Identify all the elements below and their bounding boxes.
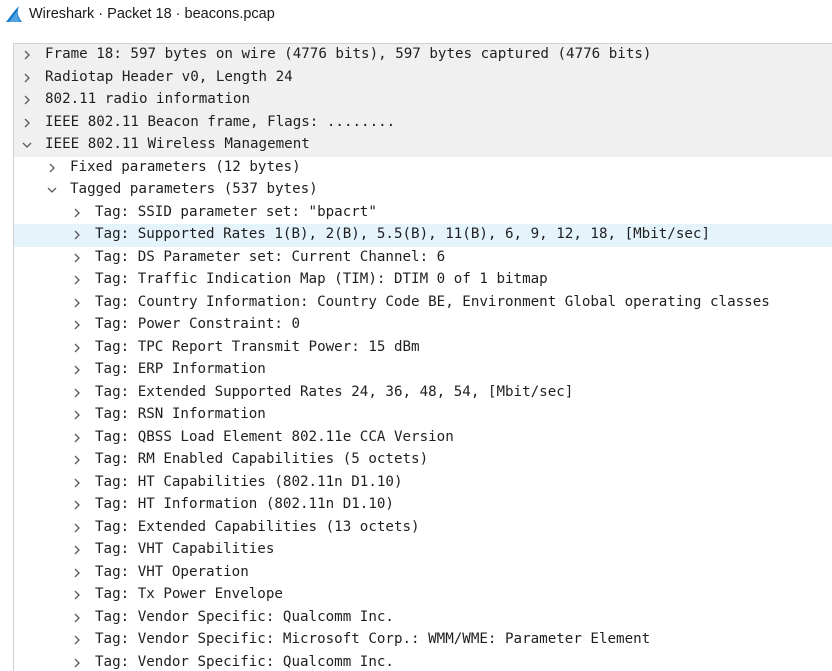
window-title: Wireshark · Packet 18 · beacons.pcap [29,6,275,22]
tree-row[interactable]: Tag: Extended Capabilities (13 octets) [14,517,832,540]
tree-row[interactable]: 802.11 radio information [14,89,832,112]
tree-row[interactable]: Fixed parameters (12 bytes) [14,157,832,180]
tree-row[interactable]: Tag: Vendor Specific: Microsoft Corp.: W… [14,629,832,652]
tree-row[interactable]: Tag: Extended Supported Rates 24, 36, 48… [14,382,832,405]
tree-row[interactable]: Frame 18: 597 bytes on wire (4776 bits),… [14,44,832,67]
chevron-right-icon[interactable] [71,319,83,331]
title-bar[interactable]: Wireshark · Packet 18 · beacons.pcap [0,0,832,32]
tree-row[interactable]: Tag: RSN Information [14,404,832,427]
tree-row[interactable]: Tagged parameters (537 bytes) [14,179,832,202]
tree-row-label: Tag: Extended Supported Rates 24, 36, 48… [95,383,574,400]
tree-row[interactable]: IEEE 802.11 Beacon frame, Flags: .......… [14,111,832,134]
tree-row[interactable]: IEEE 802.11 Wireless Management [14,134,832,157]
tree-row[interactable]: Tag: Supported Rates 1(B), 2(B), 5.5(B),… [14,224,832,247]
tree-row[interactable]: Tag: SSID parameter set: "bpacrt" [14,202,832,225]
tree-row-label: Tag: Traffic Indication Map (TIM): DTIM … [95,271,548,287]
tree-row[interactable]: Tag: TPC Report Transmit Power: 15 dBm [14,337,832,360]
packet-window: Wireshark · Packet 18 · beacons.pcap Fra… [0,0,832,671]
chevron-right-icon[interactable] [46,162,58,174]
chevron-down-icon[interactable] [46,184,58,196]
chevron-right-icon[interactable] [71,342,83,354]
tree-row[interactable]: Tag: ERP Information [14,359,832,382]
wireshark-fin-icon [6,6,22,22]
tree-row-label: Tag: HT Capabilities (802.11n D1.10) [95,473,403,490]
chevron-right-icon[interactable] [71,229,83,241]
tree-row-label: Tag: ERP Information [95,361,266,377]
tree-row[interactable]: Tag: Power Constraint: 0 [14,314,832,337]
tree-row-label: Tag: Power Constraint: 0 [95,316,300,332]
tree-row-label: Tag: SSID parameter set: "bpacrt" [95,203,377,220]
tree-row-label: Tag: Extended Capabilities (13 octets) [95,518,420,535]
tree-row[interactable]: Tag: Country Information: Country Code B… [14,292,832,315]
tree-row-label: 802.11 radio information [45,91,250,107]
chevron-right-icon[interactable] [71,477,83,489]
tree-row[interactable]: Tag: VHT Capabilities [14,539,832,562]
tree-row[interactable]: Radiotap Header v0, Length 24 [14,66,832,89]
chevron-right-icon[interactable] [71,274,83,286]
chevron-right-icon[interactable] [71,522,83,534]
tree-row-label: Tag: VHT Operation [95,563,249,580]
tree-row[interactable]: Tag: DS Parameter set: Current Channel: … [14,247,832,270]
tree-row-label: Tag: Vendor Specific: Qualcomm Inc. [95,608,394,625]
tree-row-label: IEEE 802.11 Wireless Management [45,136,310,152]
tree-row-label: Tag: HT Information (802.11n D1.10) [95,496,394,512]
tree-row-label: Tag: Country Information: Country Code B… [95,293,770,310]
chevron-right-icon[interactable] [71,364,83,376]
tree-row-label: Frame 18: 597 bytes on wire (4776 bits),… [45,46,652,62]
tree-row[interactable]: Tag: HT Capabilities (802.11n D1.10) [14,472,832,495]
tree-row-label: Tag: Vendor Specific: Microsoft Corp.: W… [95,631,651,647]
chevron-right-icon[interactable] [71,612,83,624]
tree-row-label: Tag: QBSS Load Element 802.11e CCA Versi… [95,428,454,445]
tree-row[interactable]: Tag: Vendor Specific: Qualcomm Inc. [14,607,832,630]
chevron-right-icon[interactable] [71,207,83,219]
tree-row-label: Tag: Tx Power Envelope [95,586,283,602]
chevron-right-icon[interactable] [71,567,83,579]
chevron-right-icon[interactable] [21,49,33,61]
tree-row-label: Tag: VHT Capabilities [95,541,275,557]
tree-row-label: Tag: RM Enabled Capabilities (5 octets) [95,451,429,467]
chevron-right-icon[interactable] [71,409,83,421]
chevron-right-icon[interactable] [71,657,83,669]
tree-row[interactable]: Tag: RM Enabled Capabilities (5 octets) [14,449,832,472]
tree-row-label: Tag: RSN Information [95,406,266,422]
tree-row-label: Tag: TPC Report Transmit Power: 15 dBm [95,338,420,355]
chevron-right-icon[interactable] [21,117,33,129]
tree-row-label: IEEE 802.11 Beacon frame, Flags: .......… [45,113,396,130]
chevron-right-icon[interactable] [71,544,83,556]
chevron-right-icon[interactable] [71,297,83,309]
tree-row[interactable]: Tag: Tx Power Envelope [14,584,832,607]
tree-row[interactable]: Tag: HT Information (802.11n D1.10) [14,494,832,517]
chevron-right-icon[interactable] [71,589,83,601]
chevron-right-icon[interactable] [71,252,83,264]
tree-row[interactable]: Tag: QBSS Load Element 802.11e CCA Versi… [14,427,832,450]
chevron-right-icon[interactable] [71,499,83,511]
tree-row[interactable]: Tag: Traffic Indication Map (TIM): DTIM … [14,269,832,292]
chevron-right-icon[interactable] [21,94,33,106]
tree-row-label: Tag: DS Parameter set: Current Channel: … [95,248,446,265]
tree-row[interactable]: Tag: VHT Operation [14,562,832,585]
tree-row-label: Tag: Supported Rates 1(B), 2(B), 5.5(B),… [95,226,710,242]
chevron-right-icon[interactable] [71,432,83,444]
packet-details-tree[interactable]: Frame 18: 597 bytes on wire (4776 bits),… [14,44,832,671]
tree-row-label: Radiotap Header v0, Length 24 [45,68,293,85]
tree-row-label: Tagged parameters (537 bytes) [70,181,318,197]
chevron-down-icon[interactable] [21,139,33,151]
chevron-right-icon[interactable] [21,72,33,84]
tree-row-label: Tag: Vendor Specific: Qualcomm Inc. [95,653,394,670]
chevron-right-icon[interactable] [71,634,83,646]
chevron-right-icon[interactable] [71,454,83,466]
tree-row-label: Fixed parameters (12 bytes) [70,158,301,175]
tree-row[interactable]: Tag: Vendor Specific: Qualcomm Inc. [14,652,832,671]
chevron-right-icon[interactable] [71,387,83,399]
